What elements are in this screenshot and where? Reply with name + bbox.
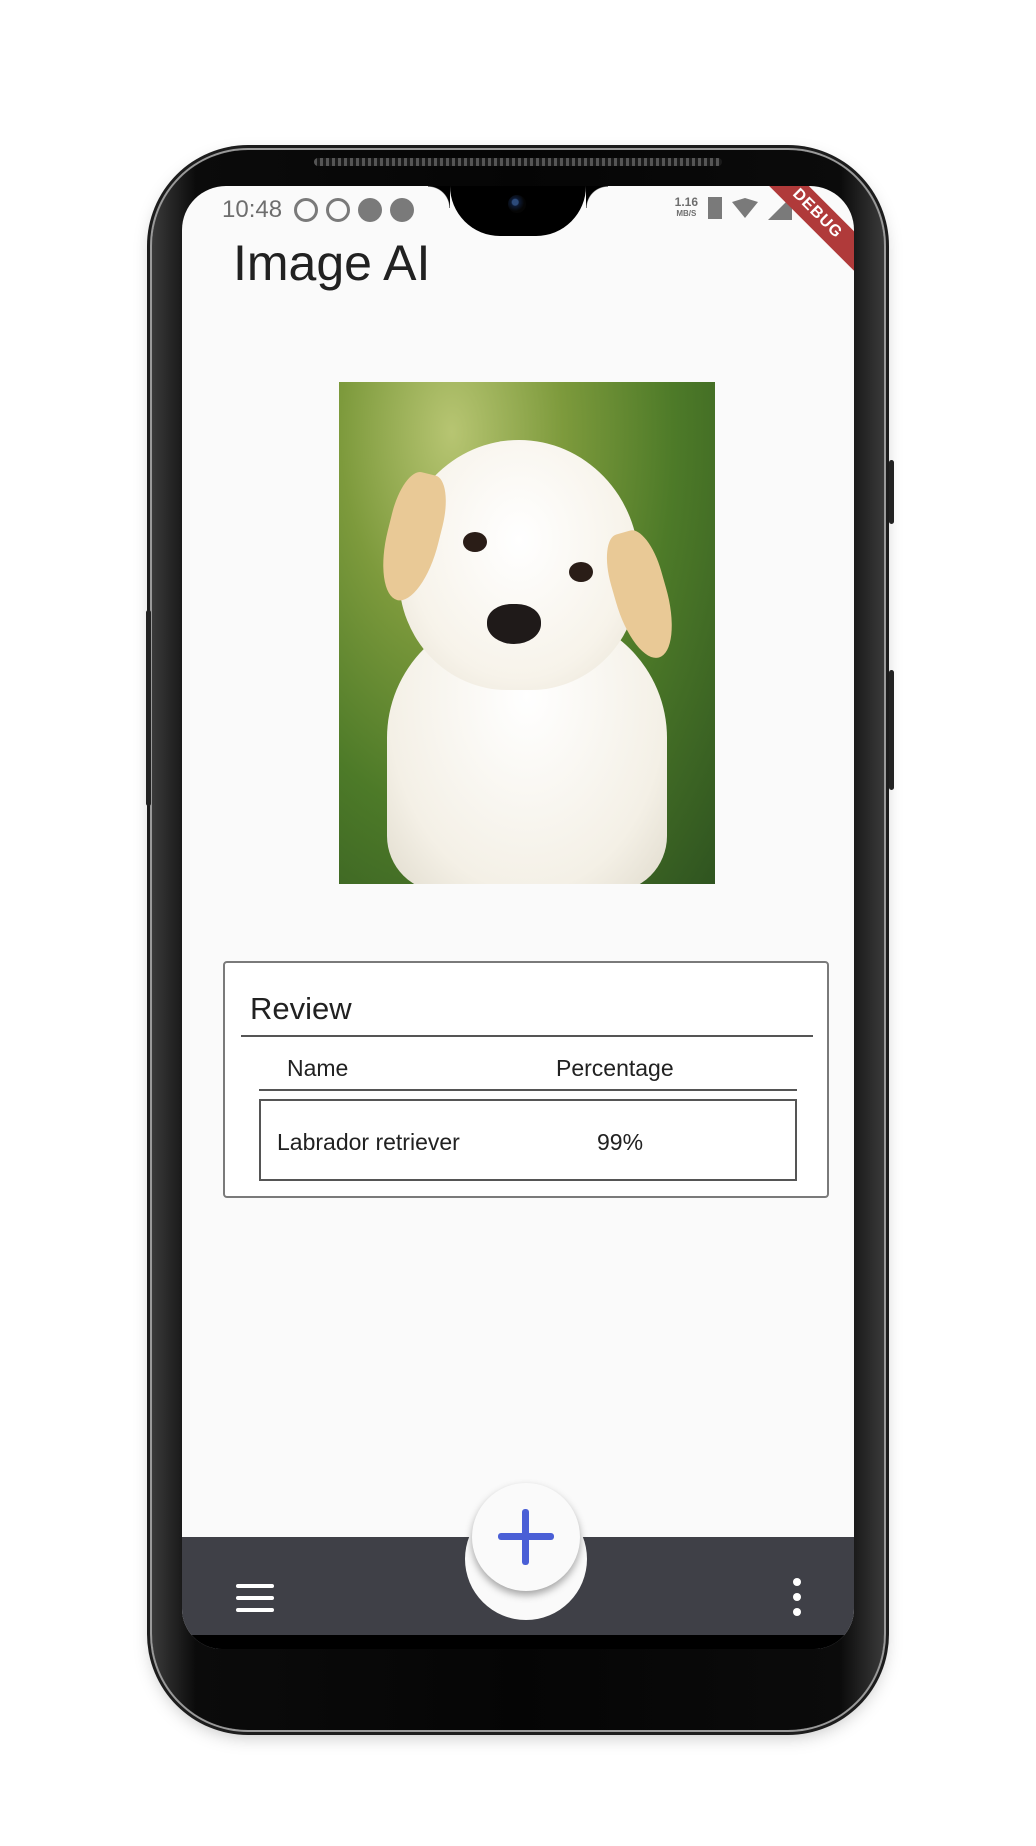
side-button-left (146, 610, 151, 806)
puppy-nose (487, 604, 541, 644)
wifi-icon (732, 198, 758, 218)
app-title: Image AI (233, 235, 431, 291)
more-dot (793, 1578, 801, 1586)
earpiece-speaker (314, 158, 722, 166)
table-header-divider (259, 1089, 797, 1091)
result-percentage: 99% (597, 1129, 644, 1155)
vibrate-icon (708, 197, 722, 219)
column-header-name: Name (287, 1055, 349, 1081)
camera-notch (428, 186, 608, 236)
plus-icon-vertical (522, 1509, 529, 1565)
system-navigation-area (182, 1635, 854, 1649)
record-icon (326, 198, 350, 222)
notification-icons (294, 198, 414, 222)
menu-icon-line (236, 1608, 274, 1612)
puppy-eye-left (463, 532, 487, 552)
column-header-percentage: Percentage (556, 1055, 674, 1081)
menu-icon[interactable] (236, 1584, 274, 1612)
network-speed: 1.16 MB/S (674, 195, 698, 218)
snapchat-icon (390, 198, 414, 222)
review-card: Review Name Percentage Labrador retrieve… (223, 961, 829, 1198)
status-time: 10:48 (222, 196, 283, 223)
review-title: Review (250, 991, 352, 1026)
menu-icon-line (236, 1596, 274, 1600)
add-image-button[interactable] (472, 1483, 580, 1591)
snapchat-icon (358, 198, 382, 222)
more-dot (793, 1593, 801, 1601)
menu-icon-line (236, 1584, 274, 1588)
table-row: Labrador retriever 99% (259, 1099, 797, 1181)
whatsapp-icon (294, 198, 318, 222)
front-camera-icon (508, 195, 526, 213)
result-name: Labrador retriever (277, 1129, 460, 1155)
more-dot (793, 1608, 801, 1616)
side-button-right-upper (889, 460, 894, 524)
puppy-eye-right (569, 562, 593, 582)
side-button-right-lower (889, 670, 894, 790)
selected-image[interactable] (339, 382, 715, 884)
review-divider (241, 1035, 813, 1037)
screen: 10:48 1.16 MB/S DEBUG Image AI Review Na… (182, 186, 854, 1649)
more-vert-icon[interactable] (792, 1578, 802, 1618)
